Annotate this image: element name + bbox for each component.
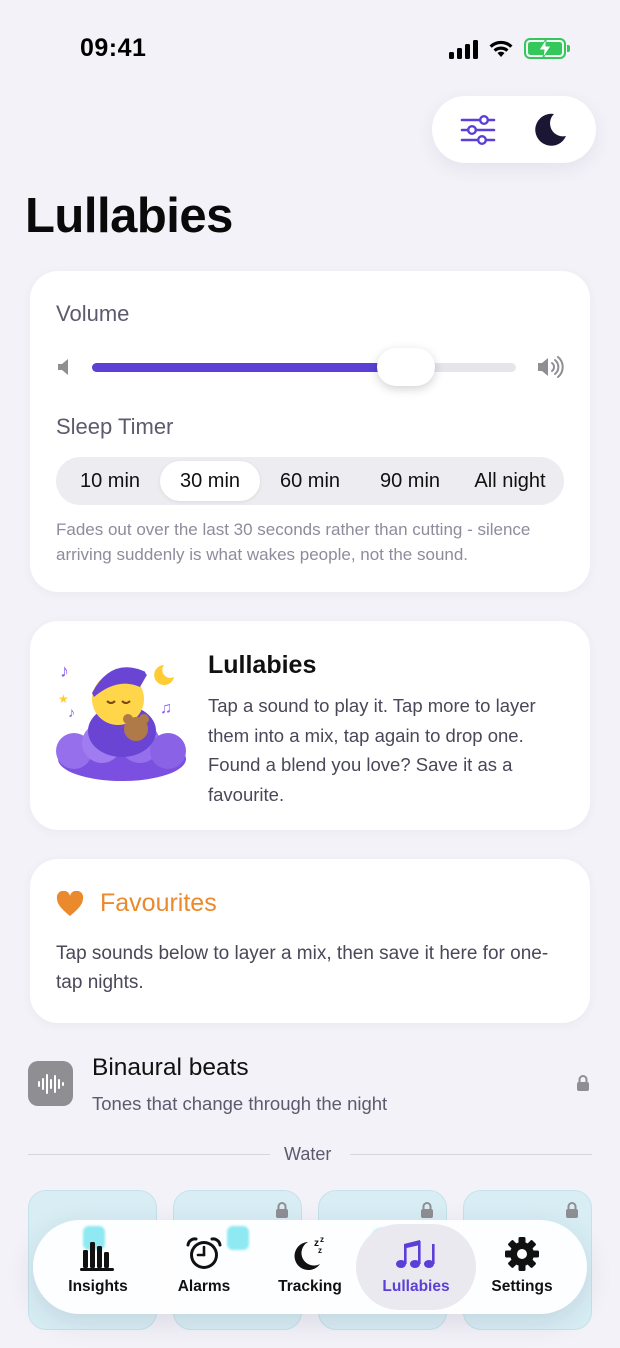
tab-tracking[interactable]: z z z Tracking [257,1224,363,1310]
speaker-high-icon [538,356,564,378]
gear-icon [505,1237,539,1271]
lock-icon [276,1202,288,1218]
sleep-timer-segmented-control: 10 min 30 min 60 min 90 min All night [56,457,564,505]
status-icons [449,38,570,59]
volume-slider-thumb[interactable] [376,348,435,386]
lullabies-info-card: ♪ ♫ ♪ ★ Lullabies Tap a sound to play it… [30,621,590,830]
waveform-icon[interactable] [28,1061,73,1106]
top-controls [432,96,596,163]
tab-lullabies[interactable]: Lullabies [356,1224,476,1310]
sleeping-mascot-illustration: ♪ ♫ ♪ ★ [56,661,186,781]
timer-option-10[interactable]: 10 min [60,461,160,501]
sleep-timer-label: Sleep Timer [56,414,174,439]
binaural-subtitle: Tones that change through the night [92,1093,388,1114]
lock-icon [421,1202,433,1218]
info-text: Tap a sound to play it. Tap more to laye… [208,695,536,805]
timer-option-30[interactable]: 30 min [160,461,260,501]
svg-text:z: z [320,1236,324,1244]
sliders-icon [460,114,496,145]
timer-option-90[interactable]: 90 min [360,461,460,501]
page-title: Lullabies [25,189,233,243]
night-mode-button[interactable] [520,100,580,160]
heart-icon [56,890,84,916]
timer-option-60[interactable]: 60 min [260,461,360,501]
status-time: 09:41 [80,34,147,62]
tab-label: Settings [491,1278,553,1295]
svg-text:♫: ♫ [160,700,172,717]
music-notes-icon [396,1240,435,1268]
alarm-clock-icon [186,1237,222,1269]
binaural-title[interactable]: Binaural beats [92,1054,249,1082]
moon-zzz-icon: z z z [294,1236,324,1270]
sliders-button[interactable] [448,100,508,160]
tab-settings[interactable]: Settings [469,1224,575,1310]
volume-card: Volume Sleep Timer 10 min 30 min 60 min … [30,271,590,592]
info-title: Lullabies [208,651,317,679]
svg-text:♪: ♪ [68,704,75,720]
tab-label: Tracking [278,1278,342,1295]
tab-alarms[interactable]: Alarms [151,1224,257,1310]
water-section-label: Water [284,1144,332,1164]
volume-label: Volume [56,301,130,326]
svg-text:★: ★ [58,692,69,706]
tab-label: Lullabies [382,1278,450,1295]
speaker-low-icon [58,359,68,375]
svg-text:♪: ♪ [60,661,69,681]
battery-charging-icon [524,38,570,59]
volume-slider-fill [92,363,406,372]
volume-row [56,348,566,386]
bar-chart-icon [80,1242,114,1271]
wifi-icon [489,40,513,57]
tab-label: Insights [68,1278,128,1295]
lock-icon [577,1075,589,1091]
section-divider-left [28,1154,270,1155]
tab-label: Alarms [177,1278,231,1295]
svg-text:z: z [318,1246,322,1255]
lock-icon [566,1202,578,1218]
moon-icon [535,113,566,146]
favourites-card: Favourites Tap sounds below to layer a m… [30,859,590,1023]
cellular-signal-icon [449,39,478,59]
tab-bar: Insights Alarms z z z Tracking Lullabies [33,1220,587,1314]
section-divider-right [350,1154,592,1155]
tab-insights[interactable]: Insights [45,1224,151,1310]
favourites-header: Favourites [56,889,217,918]
favourites-text: Tap sounds below to layer a mix, then sa… [56,943,549,993]
fade-note: Fades out over the last 30 seconds rathe… [56,520,531,564]
favourites-title: Favourites [100,889,217,917]
volume-slider[interactable] [92,348,516,386]
timer-option-all-night[interactable]: All night [460,461,560,501]
